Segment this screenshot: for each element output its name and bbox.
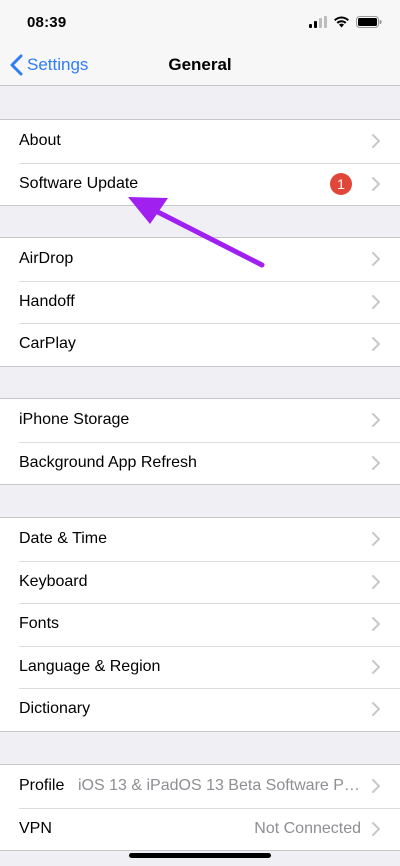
row-label: Keyboard — [19, 572, 88, 590]
row-label: About — [19, 132, 61, 150]
chevron-right-icon — [372, 455, 380, 470]
settings-group-locale: Date & Time Keyboard Fonts Language & Re… — [0, 517, 400, 732]
chevron-right-icon — [372, 532, 380, 547]
row-vpn[interactable]: VPN Not Connected — [0, 807, 400, 851]
settings-group-profiles: Profile iOS 13 & iPadOS 13 Beta Software… — [0, 764, 400, 851]
chevron-right-icon — [372, 702, 380, 717]
row-label: Fonts — [19, 615, 60, 633]
signal-icon — [309, 16, 327, 28]
row-label: VPN — [19, 819, 52, 837]
row-iphone-storage[interactable]: iPhone Storage — [0, 399, 400, 442]
row-fonts[interactable]: Fonts — [0, 603, 400, 646]
row-airdrop[interactable]: AirDrop — [0, 238, 400, 281]
row-date-time[interactable]: Date & Time — [0, 518, 400, 561]
row-label: AirDrop — [19, 250, 74, 268]
row-software-update[interactable]: Software Update 1 — [0, 162, 400, 206]
row-label: Handoff — [19, 292, 75, 310]
chevron-right-icon — [372, 413, 380, 428]
settings-group-continuity: AirDrop Handoff CarPlay — [0, 237, 400, 367]
row-label: Dictionary — [19, 700, 91, 718]
chevron-right-icon — [372, 176, 380, 191]
chevron-right-icon — [372, 659, 380, 674]
row-label: CarPlay — [19, 335, 76, 353]
status-time: 08:39 — [27, 14, 67, 31]
settings-group-general: About Software Update 1 — [0, 119, 400, 206]
row-keyboard[interactable]: Keyboard — [0, 560, 400, 604]
row-handoff[interactable]: Handoff — [0, 280, 400, 324]
row-label: iPhone Storage — [19, 411, 130, 429]
row-label: Date & Time — [19, 530, 108, 548]
battery-icon — [356, 16, 382, 28]
navigation-bar: Settings General — [0, 44, 400, 86]
row-label: Background App Refresh — [19, 453, 197, 471]
chevron-right-icon — [372, 821, 380, 836]
wifi-icon — [334, 16, 349, 28]
chevron-right-icon — [372, 574, 380, 589]
chevron-right-icon — [372, 617, 380, 632]
settings-group-storage: iPhone Storage Background App Refresh — [0, 398, 400, 485]
row-profile[interactable]: Profile iOS 13 & iPadOS 13 Beta Software… — [0, 765, 400, 808]
row-background-app-refresh[interactable]: Background App Refresh — [0, 441, 400, 485]
chevron-right-icon — [372, 337, 380, 352]
chevron-right-icon — [372, 294, 380, 309]
row-label: Language & Region — [19, 657, 161, 675]
row-language-region[interactable]: Language & Region — [0, 645, 400, 689]
row-value: iOS 13 & iPadOS 13 Beta Software Pr... — [78, 777, 361, 795]
status-bar: 08:39 — [0, 0, 400, 44]
row-dictionary[interactable]: Dictionary — [0, 688, 400, 731]
chevron-right-icon — [372, 779, 380, 794]
page-title: General — [168, 55, 232, 74]
row-about[interactable]: About — [0, 120, 400, 163]
row-label: Software Update — [19, 174, 139, 192]
status-icons — [309, 15, 382, 29]
home-indicator[interactable] — [129, 853, 271, 858]
notification-badge: 1 — [330, 172, 352, 195]
row-label: Profile — [19, 777, 65, 795]
chevron-right-icon — [372, 134, 380, 149]
row-carplay[interactable]: CarPlay — [0, 323, 400, 366]
chevron-right-icon — [372, 252, 380, 267]
row-value: Not Connected — [254, 819, 361, 837]
